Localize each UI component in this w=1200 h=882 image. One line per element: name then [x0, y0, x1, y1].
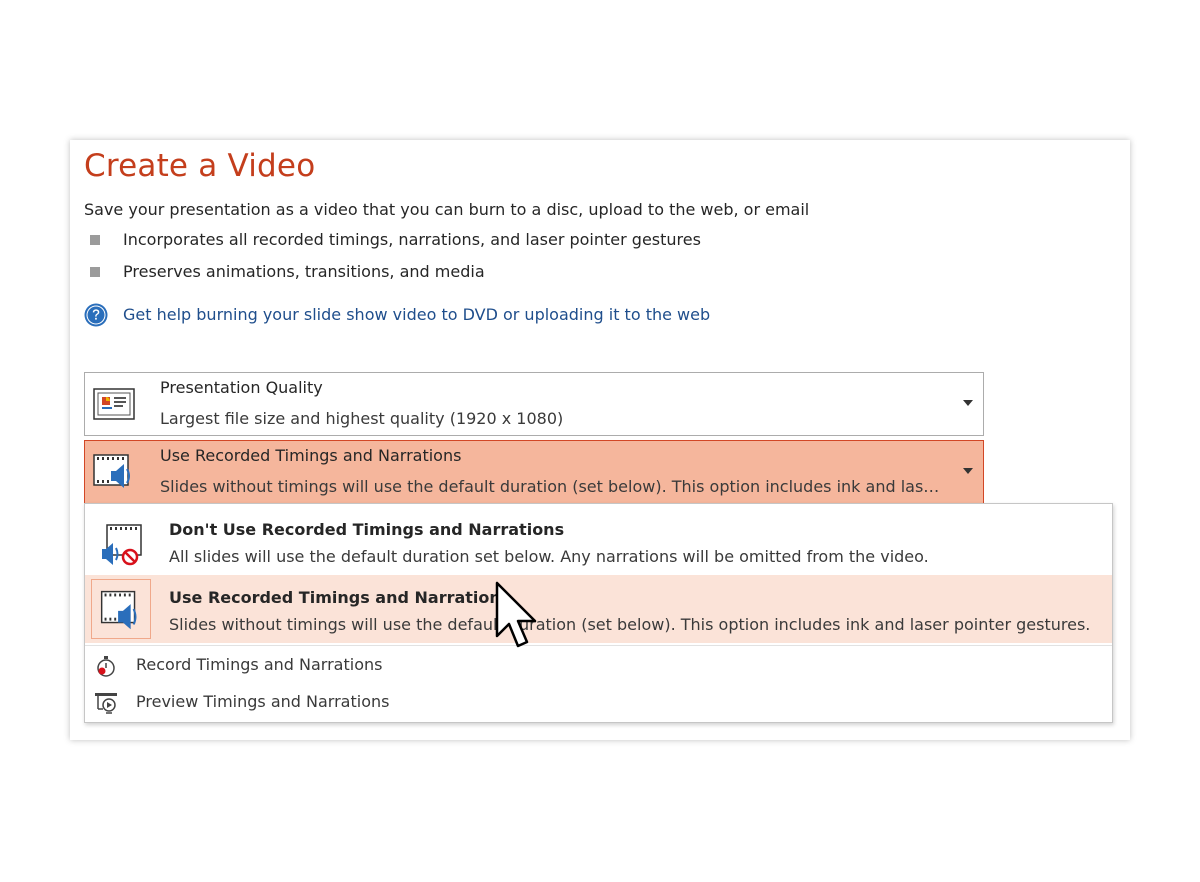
- option-title: Don't Use Recorded Timings and Narration…: [169, 520, 565, 539]
- preview-screen-icon: [95, 693, 117, 714]
- menu-command-record-timings[interactable]: Record Timings and Narrations: [85, 648, 1112, 682]
- menu-option-dont-use-timings[interactable]: Don't Use Recorded Timings and Narration…: [85, 507, 1112, 575]
- timings-dropdown[interactable]: Use Recorded Timings and Narrations Slid…: [84, 440, 984, 504]
- option-description: All slides will use the default duration…: [169, 547, 929, 566]
- menu-divider: [85, 645, 1112, 646]
- record-timer-icon: [97, 656, 115, 677]
- film-speaker-icon: [100, 590, 137, 630]
- option-title: Use Recorded Timings and Narrations: [169, 588, 511, 607]
- quality-dropdown-description: Largest file size and highest quality (1…: [160, 409, 564, 428]
- option-description: Slides without timings will use the defa…: [169, 615, 1091, 634]
- timings-dropdown-menu: Don't Use Recorded Timings and Narration…: [84, 503, 1113, 723]
- quality-dropdown[interactable]: Presentation Quality Largest file size a…: [84, 372, 984, 436]
- bullet-text: Preserves animations, transitions, and m…: [123, 262, 485, 281]
- menu-option-use-timings[interactable]: Use Recorded Timings and Narrations Slid…: [85, 575, 1112, 643]
- bullet-text: Incorporates all recorded timings, narra…: [123, 230, 701, 249]
- option-icon-box: [91, 511, 151, 571]
- bullet-square-icon: [90, 267, 100, 277]
- mouse-cursor-icon: [495, 581, 537, 648]
- film-speaker-muted-icon: [102, 524, 142, 566]
- chevron-down-icon[interactable]: [963, 400, 973, 406]
- page-title: Create a Video: [84, 148, 316, 184]
- command-label: Record Timings and Narrations: [136, 655, 383, 674]
- presentation-quality-icon: [93, 388, 135, 420]
- help-question-icon[interactable]: [84, 303, 108, 327]
- menu-command-preview-timings[interactable]: Preview Timings and Narrations: [85, 685, 1112, 719]
- option-icon-box: [91, 579, 151, 639]
- bullet-square-icon: [90, 235, 100, 245]
- timings-dropdown-description: Slides without timings will use the defa…: [160, 477, 940, 496]
- timings-dropdown-title: Use Recorded Timings and Narrations: [160, 446, 462, 465]
- chevron-down-icon[interactable]: [963, 468, 973, 474]
- page-subtitle: Save your presentation as a video that y…: [84, 200, 810, 219]
- help-link[interactable]: Get help burning your slide show video t…: [123, 305, 710, 324]
- film-speaker-icon: [93, 454, 130, 488]
- quality-dropdown-title: Presentation Quality: [160, 378, 323, 397]
- command-label: Preview Timings and Narrations: [136, 692, 390, 711]
